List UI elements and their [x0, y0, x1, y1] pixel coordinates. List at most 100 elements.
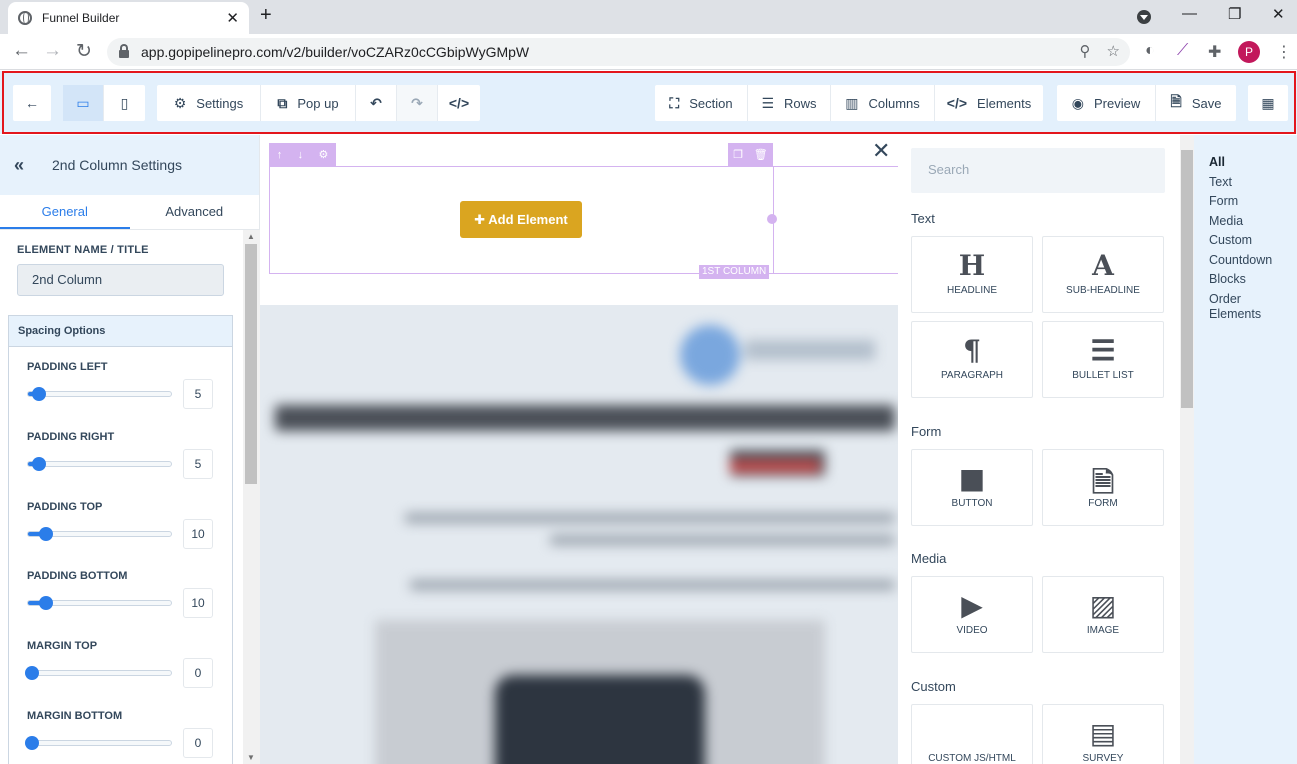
mobile-view-button[interactable]: ▯: [104, 85, 145, 121]
category-nav-item[interactable]: Media: [1209, 212, 1297, 232]
slider-handle[interactable]: [39, 527, 54, 541]
spacing-slider[interactable]: [27, 457, 172, 471]
bookmark-star-icon[interactable]: ☆: [1107, 42, 1120, 60]
tab-advanced[interactable]: Advanced: [130, 195, 260, 229]
undo-button[interactable]: ↶: [356, 85, 397, 121]
omnibox[interactable]: app.gopipelinepro.com/v2/builder/voCZARz…: [107, 38, 1130, 66]
scroll-up-icon[interactable]: ▲: [247, 232, 255, 241]
panel-scrollbar[interactable]: ▲ ▼: [243, 230, 260, 764]
spacing-value-input[interactable]: 5: [183, 449, 213, 479]
elements-scrollbar[interactable]: [1180, 135, 1194, 764]
redo-button[interactable]: ↷: [397, 85, 438, 121]
element-card[interactable]: ▶ VIDEO: [911, 576, 1033, 653]
collapse-panel-icon[interactable]: «: [14, 155, 24, 176]
zoom-icon[interactable]: ⚲: [1080, 42, 1091, 60]
category-nav-item[interactable]: All: [1209, 153, 1297, 173]
pen-extension-icon[interactable]: ⟋: [1177, 42, 1188, 60]
slider-handle[interactable]: [32, 387, 47, 401]
elements-scroll-thumb[interactable]: [1181, 150, 1193, 408]
trash-icon[interactable]: 🗑: [754, 148, 768, 161]
element-card[interactable]: ☰ BULLET LIST: [1042, 321, 1164, 398]
mobile-icon: ▯: [120, 94, 129, 111]
back-button[interactable]: ←: [13, 85, 51, 121]
element-card[interactable]: 🗎 FORM: [1042, 449, 1164, 526]
element-card[interactable]: ▤ SURVEY: [1042, 704, 1164, 764]
slider-handle[interactable]: [39, 596, 54, 610]
element-card[interactable]: ¶ PARAGRAPH: [911, 321, 1033, 398]
browser-tab[interactable]: Funnel Builder ✕: [8, 2, 249, 34]
spacing-slider[interactable]: [25, 666, 172, 680]
element-card[interactable]: A SUB-HEADLINE: [1042, 236, 1164, 313]
category-nav-item[interactable]: Order Elements: [1209, 292, 1269, 322]
spacing-value-input[interactable]: 5: [183, 379, 213, 409]
spacing-value-input[interactable]: 10: [183, 588, 213, 618]
url-text[interactable]: app.gopipelinepro.com/v2/builder/voCZARz…: [141, 44, 529, 60]
globe-icon: [18, 11, 32, 25]
spacing-slider[interactable]: [27, 596, 172, 610]
tab-title: Funnel Builder: [42, 11, 120, 25]
spacing-value-input[interactable]: 0: [183, 658, 213, 688]
column-resize-handle[interactable]: [767, 214, 777, 224]
scroll-down-icon[interactable]: ▼: [247, 753, 255, 762]
element-card[interactable]: H HEADLINE: [911, 236, 1033, 313]
spacing-slider[interactable]: [25, 736, 172, 750]
kebab-menu-icon[interactable]: ⋮: [1276, 42, 1292, 62]
new-tab-icon[interactable]: +: [260, 4, 272, 27]
desktop-view-button[interactable]: ▭: [63, 85, 104, 121]
copy-icon[interactable]: ❐: [733, 148, 743, 161]
window-close-icon[interactable]: ✕: [1272, 5, 1285, 23]
spacing-slider[interactable]: [27, 387, 172, 401]
save-button[interactable]: 🗎 Save: [1156, 85, 1236, 121]
second-column[interactable]: [774, 166, 898, 274]
popup-button[interactable]: ⧉ Pop up: [261, 85, 356, 121]
section-button[interactable]: ⛶ Section: [655, 85, 748, 121]
restore-icon[interactable]: ❐: [1228, 5, 1241, 23]
section-label: Section: [689, 95, 733, 111]
tab-general[interactable]: General: [0, 195, 130, 229]
profile-avatar[interactable]: P: [1238, 41, 1260, 63]
element-search-input[interactable]: Search: [911, 148, 1165, 193]
element-card[interactable]: ■ BUTTON: [911, 449, 1033, 526]
column-settings-icon[interactable]: ⚙: [318, 148, 328, 161]
scroll-thumb[interactable]: [245, 244, 257, 484]
rows-button[interactable]: ☰ Rows: [748, 85, 831, 121]
forward-arrow-icon[interactable]: →: [43, 40, 62, 62]
settings-button[interactable]: ⚙ Settings: [157, 85, 261, 121]
tab-search-icon[interactable]: [1137, 10, 1151, 24]
add-element-button[interactable]: ✚ Add Element: [460, 201, 582, 238]
category-nav-item[interactable]: Countdown: [1209, 251, 1297, 271]
back-arrow-icon[interactable]: ←: [12, 40, 31, 62]
rows-label: Rows: [784, 95, 817, 111]
move-up-icon[interactable]: ↑: [277, 149, 283, 161]
element-card[interactable]: ▨ IMAGE: [1042, 576, 1164, 653]
elements-button[interactable]: </> Elements: [935, 85, 1043, 121]
apps-button[interactable]: ▦: [1248, 85, 1288, 121]
category-nav-item[interactable]: Blocks: [1209, 270, 1297, 290]
element-name-input[interactable]: 2nd Column: [17, 264, 224, 296]
category-nav-item[interactable]: Text: [1209, 173, 1297, 193]
spacing-value-input[interactable]: 10: [183, 519, 213, 549]
close-elements-icon[interactable]: ✕: [872, 138, 890, 164]
element-card-label: SURVEY: [1082, 753, 1124, 764]
preview-button[interactable]: ◉ Preview: [1057, 85, 1156, 121]
device-group: ▭ ▯: [63, 85, 145, 121]
spacing-value-input[interactable]: 0: [183, 728, 213, 758]
spacing-slider[interactable]: [27, 527, 172, 541]
columns-button[interactable]: ▥ Columns: [831, 85, 935, 121]
slider-handle[interactable]: [32, 457, 47, 471]
reload-icon[interactable]: ↻: [76, 40, 92, 63]
code-button[interactable]: </>: [438, 85, 480, 121]
category-nav-item[interactable]: Custom: [1209, 231, 1297, 251]
extension-icon[interactable]: ◐: [1145, 42, 1155, 60]
spacing-label: MARGIN BOTTOM: [27, 710, 123, 722]
slider-handle[interactable]: [25, 666, 39, 680]
element-name-label: ELEMENT NAME / TITLE: [17, 244, 149, 256]
puzzle-icon[interactable]: ✚: [1208, 42, 1221, 62]
close-tab-icon[interactable]: ✕: [226, 9, 239, 27]
category-nav-item[interactable]: Form: [1209, 192, 1297, 212]
minimize-icon[interactable]: —: [1182, 5, 1197, 22]
move-down-icon[interactable]: ↓: [298, 149, 304, 161]
column-tools-left: ↑ ↓ ⚙: [269, 143, 336, 166]
element-card[interactable]: CUSTOM JS/HTML: [911, 704, 1033, 764]
slider-handle[interactable]: [25, 736, 39, 750]
